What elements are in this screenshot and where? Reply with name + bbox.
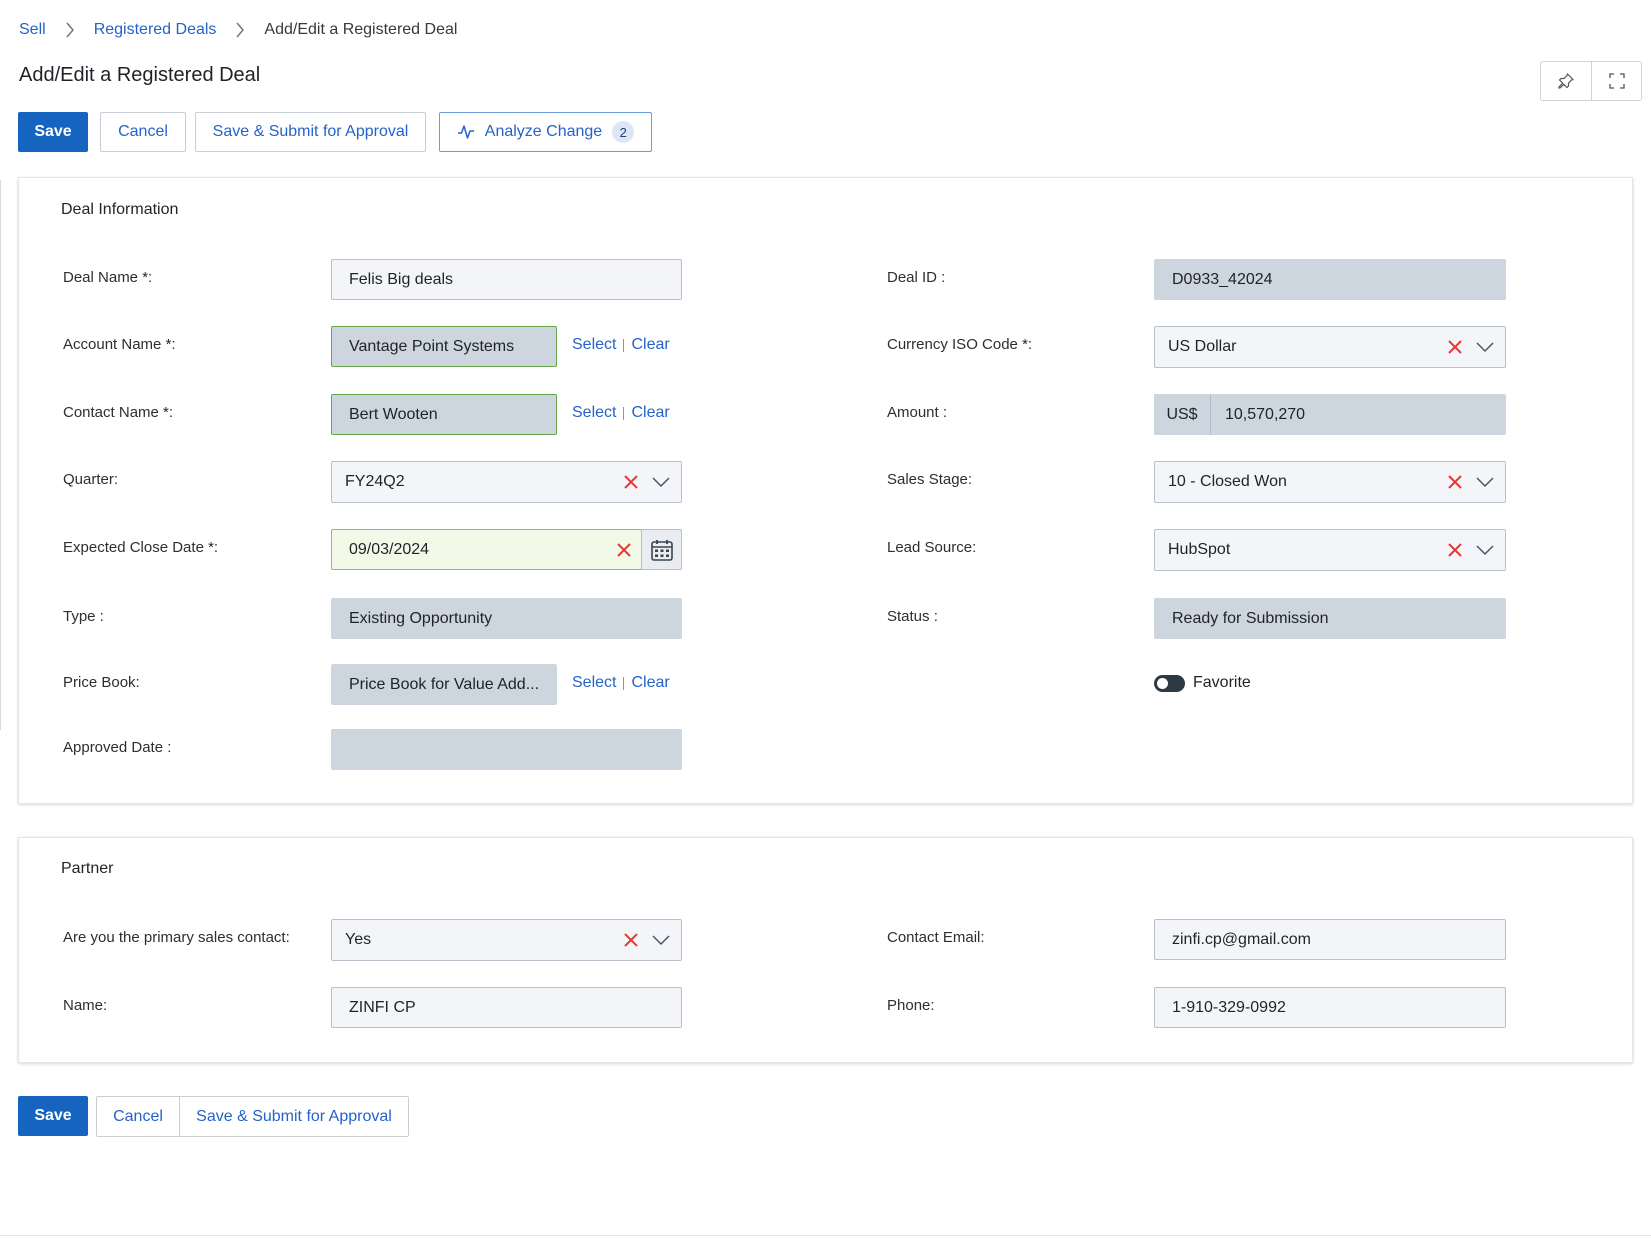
expected-close-date-label: Expected Close Date *: — [63, 539, 219, 556]
chevron-down-icon[interactable] — [1475, 476, 1495, 488]
sales-stage-select[interactable]: 10 - Closed Won — [1154, 461, 1506, 503]
fullscreen-icon[interactable] — [1591, 62, 1641, 100]
activity-icon — [457, 125, 474, 139]
type-field: Existing Opportunity — [331, 598, 682, 639]
analyze-change-label: Analyze Change — [484, 123, 603, 140]
currency-label: Currency ISO Code *: — [887, 336, 1033, 353]
bottom-rule — [0, 1235, 1651, 1236]
save-button[interactable]: Save — [18, 112, 88, 152]
page-title: Add/Edit a Registered Deal — [19, 64, 261, 86]
calendar-icon — [650, 539, 673, 561]
account-name-actions: Select Clear — [572, 336, 670, 354]
chevron-down-icon[interactable] — [1475, 341, 1495, 353]
save-submit-approval-button[interactable]: Save & Submit for Approval — [195, 112, 426, 152]
left-rule — [0, 180, 1, 730]
contact-email-input[interactable]: zinfi.cp@gmail.com — [1154, 919, 1506, 960]
partner-name-input[interactable]: ZINFI CP — [331, 987, 682, 1028]
breadcrumb: Sell Registered Deals Add/Edit a Registe… — [19, 19, 457, 41]
deal-id-field: D0933_42024 — [1154, 259, 1506, 300]
price-book-label: Price Book: — [63, 674, 140, 691]
status-field: Ready for Submission — [1154, 598, 1506, 639]
chevron-down-icon[interactable] — [651, 476, 671, 488]
clear-x-icon[interactable] — [1447, 339, 1463, 355]
contact-clear-link[interactable]: Clear — [631, 404, 669, 422]
pin-icon[interactable] — [1541, 62, 1591, 100]
price-book-select-link[interactable]: Select — [572, 674, 616, 692]
lead-source-label: Lead Source: — [887, 539, 977, 556]
bottom-save-button[interactable]: Save — [18, 1096, 88, 1136]
sales-stage-label: Sales Stage: — [887, 471, 973, 488]
link-divider — [623, 406, 625, 420]
approved-date-field — [331, 729, 682, 770]
analyze-change-button[interactable]: Analyze Change 2 — [439, 112, 652, 152]
favorite-label: Favorite — [1193, 674, 1251, 691]
breadcrumb-registered-deals-link[interactable]: Registered Deals — [94, 21, 217, 39]
calendar-button[interactable] — [641, 529, 682, 570]
status-label: Status : — [887, 608, 938, 625]
price-book-actions: Select Clear — [572, 674, 670, 692]
contact-name-field: Bert Wooten — [331, 394, 557, 435]
contact-name-label: Contact Name *: — [63, 404, 174, 421]
chevron-down-icon[interactable] — [1475, 544, 1495, 556]
contact-email-label: Contact Email: — [887, 929, 985, 946]
clear-x-icon[interactable] — [1447, 474, 1463, 490]
deal-name-label: Deal Name *: — [63, 269, 153, 286]
expected-close-date-input[interactable]: 09/03/2024 — [331, 529, 642, 570]
bottom-save-submit-approval-button[interactable]: Save & Submit for Approval — [179, 1097, 408, 1136]
phone-input[interactable]: 1-910-329-0992 — [1154, 987, 1506, 1028]
partner-name-label: Name: — [63, 997, 108, 1014]
lead-source-select[interactable]: HubSpot — [1154, 529, 1506, 571]
link-divider — [623, 676, 625, 690]
page-actions — [1540, 61, 1642, 101]
deal-id-label: Deal ID : — [887, 269, 946, 286]
contact-select-link[interactable]: Select — [572, 404, 616, 422]
quarter-select[interactable]: FY24Q2 — [331, 461, 682, 503]
link-divider — [623, 338, 625, 352]
breadcrumb-current: Add/Edit a Registered Deal — [264, 21, 458, 38]
account-name-label: Account Name *: — [63, 336, 176, 353]
price-book-clear-link[interactable]: Clear — [631, 674, 669, 692]
price-book-field: Price Book for Value Add... — [331, 664, 557, 705]
approved-date-label: Approved Date : — [63, 739, 172, 756]
chevron-down-icon[interactable] — [651, 934, 671, 946]
clear-x-icon[interactable] — [616, 542, 632, 558]
clear-x-icon[interactable] — [623, 474, 639, 490]
phone-label: Phone: — [887, 997, 935, 1014]
bottom-button-group: Cancel Save & Submit for Approval — [96, 1096, 409, 1137]
partner-title: Partner — [61, 860, 114, 877]
cancel-button[interactable]: Cancel — [100, 112, 186, 152]
deal-name-input[interactable]: Felis Big deals — [331, 259, 682, 300]
account-clear-link[interactable]: Clear — [631, 336, 669, 354]
clear-x-icon[interactable] — [1447, 542, 1463, 558]
account-name-field: Vantage Point Systems — [331, 326, 557, 367]
primary-sales-contact-label: Are you the primary sales contact: — [63, 929, 290, 946]
analyze-change-count-badge: 2 — [612, 121, 635, 143]
favorite-toggle[interactable] — [1154, 674, 1185, 692]
clear-x-icon[interactable] — [623, 932, 639, 948]
breadcrumb-sell-link[interactable]: Sell — [19, 21, 46, 39]
quarter-label: Quarter: — [63, 471, 119, 488]
favorite-toggle-wrap: Favorite — [1154, 674, 1251, 692]
amount-label: Amount : — [887, 404, 948, 421]
type-label: Type : — [63, 608, 104, 625]
currency-select[interactable]: US Dollar — [1154, 326, 1506, 368]
account-select-link[interactable]: Select — [572, 336, 616, 354]
deal-information-title: Deal Information — [61, 201, 179, 218]
bottom-cancel-button[interactable]: Cancel — [97, 1097, 179, 1136]
chevron-right-icon — [216, 22, 264, 38]
chevron-right-icon — [46, 22, 94, 38]
amount-currency-prefix: US$ — [1154, 394, 1211, 435]
contact-name-actions: Select Clear — [572, 404, 670, 422]
primary-sales-contact-select[interactable]: Yes — [331, 919, 682, 961]
